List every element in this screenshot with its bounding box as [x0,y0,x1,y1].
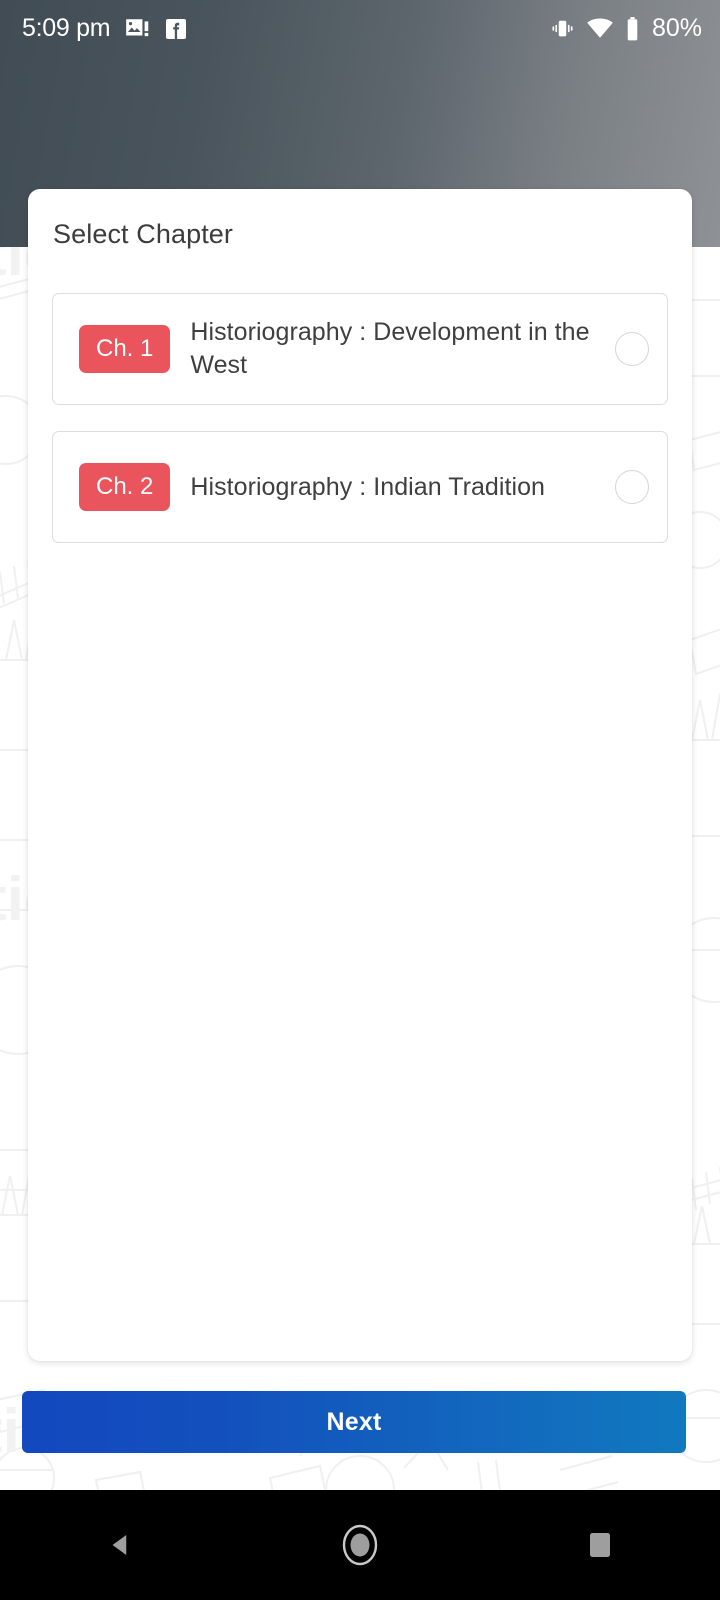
android-nav-bar [0,1490,720,1600]
status-bar-right: 80% [550,14,702,43]
chapter-list: Ch. 1 Historiography : Development in th… [28,293,692,543]
card-title: Select Chapter [53,219,233,249]
chapter-name-label: Historiography : Development in the West [190,318,590,379]
battery-icon [625,16,640,42]
wifi-icon [586,15,614,43]
nav-recents-button[interactable] [545,1490,655,1600]
nav-back-button[interactable] [65,1490,175,1600]
nav-home-button[interactable] [305,1490,415,1600]
image-warning-icon [124,16,150,42]
status-time: 5:09 pm [22,14,111,42]
chapter-list-item[interactable]: Ch. 2 Historiography : Indian Tradition [52,431,668,543]
select-chapter-card: Select Chapter Ch. 1 Historiography : De… [28,189,692,1361]
chapter-radio-button[interactable] [615,470,649,504]
app-screen: tio tio tic 5:09 pm [0,0,720,1600]
square-icon [590,1533,610,1557]
chapter-number-badge: Ch. 1 [79,325,171,373]
status-bar-left: 5:09 pm [22,14,188,43]
status-bar: 5:09 pm 80% [0,0,720,57]
circle-icon [342,1524,378,1566]
chapter-number-badge: Ch. 2 [79,463,171,511]
chapter-radio-button[interactable] [615,332,649,366]
battery-level-text: 80% [651,14,702,42]
triangle-left-icon [112,1535,127,1555]
next-button[interactable]: Next [22,1391,686,1453]
facebook-icon [164,17,188,41]
chapter-list-item[interactable]: Ch. 1 Historiography : Development in th… [52,293,668,405]
vibrate-icon [550,16,575,41]
chapter-name-label: Historiography : Indian Tradition [190,472,545,501]
